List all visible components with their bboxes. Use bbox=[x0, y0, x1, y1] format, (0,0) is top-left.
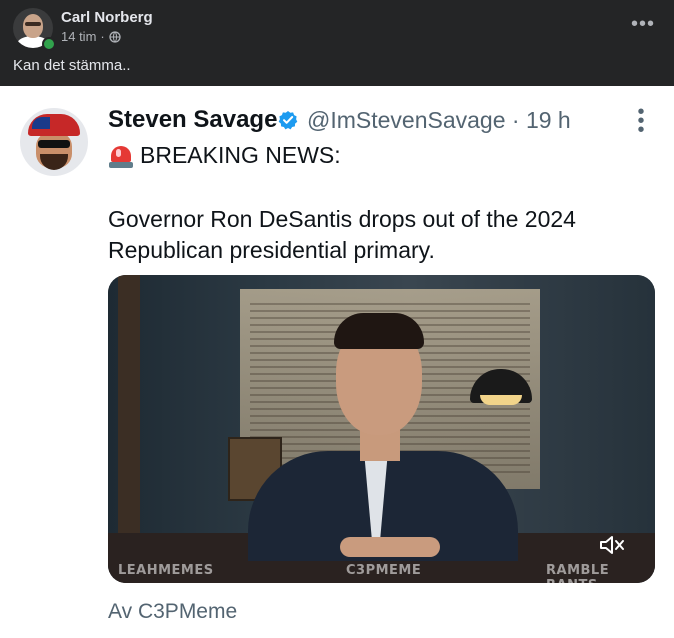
rotating-light-icon bbox=[108, 143, 134, 169]
tweet-handle-and-time: @ImStevenSavage · 19 h bbox=[307, 107, 571, 133]
tweet-breaking-line: BREAKING NEWS: bbox=[108, 142, 341, 169]
watermark-left: LEAHMEMES bbox=[118, 563, 214, 578]
watermark-right: RAMBLE RANTS bbox=[546, 563, 610, 583]
post-meta: 14 tim · bbox=[61, 29, 121, 44]
tweet-author-name: Steven Savage bbox=[108, 106, 278, 133]
post-timestamp[interactable]: 14 tim bbox=[61, 29, 96, 44]
tweet-author-avatar bbox=[20, 108, 88, 176]
online-status-dot bbox=[42, 37, 56, 51]
speaker-muted-icon bbox=[600, 536, 624, 554]
breaking-news-label: BREAKING NEWS: bbox=[140, 142, 341, 168]
globe-icon bbox=[109, 30, 121, 43]
tweet-footer-credit: Av C3PMeme bbox=[108, 600, 238, 623]
verified-badge-icon bbox=[278, 111, 298, 130]
post-more-options-button[interactable]: ••• bbox=[628, 12, 658, 36]
tweet-more-icon: • • • bbox=[637, 101, 645, 141]
facebook-post-header: Carl Norberg 14 tim · ••• Kan det stämma… bbox=[0, 0, 674, 86]
tweet-screenshot[interactable]: Steven Savage @ImStevenSavage · 19 h • • •… bbox=[0, 86, 674, 638]
meta-separator: · bbox=[100, 29, 105, 44]
author-name[interactable]: Carl Norberg bbox=[61, 9, 153, 26]
tweet-video-thumbnail: LEAHMEMES C3PMEME RAMBLE RANTS bbox=[108, 275, 655, 583]
watermark-center: C3PMEME bbox=[346, 563, 422, 578]
tweet-body-text: Governor Ron DeSantis drops out of the 2… bbox=[108, 206, 576, 263]
post-text: Kan det stämma.. bbox=[13, 57, 131, 74]
